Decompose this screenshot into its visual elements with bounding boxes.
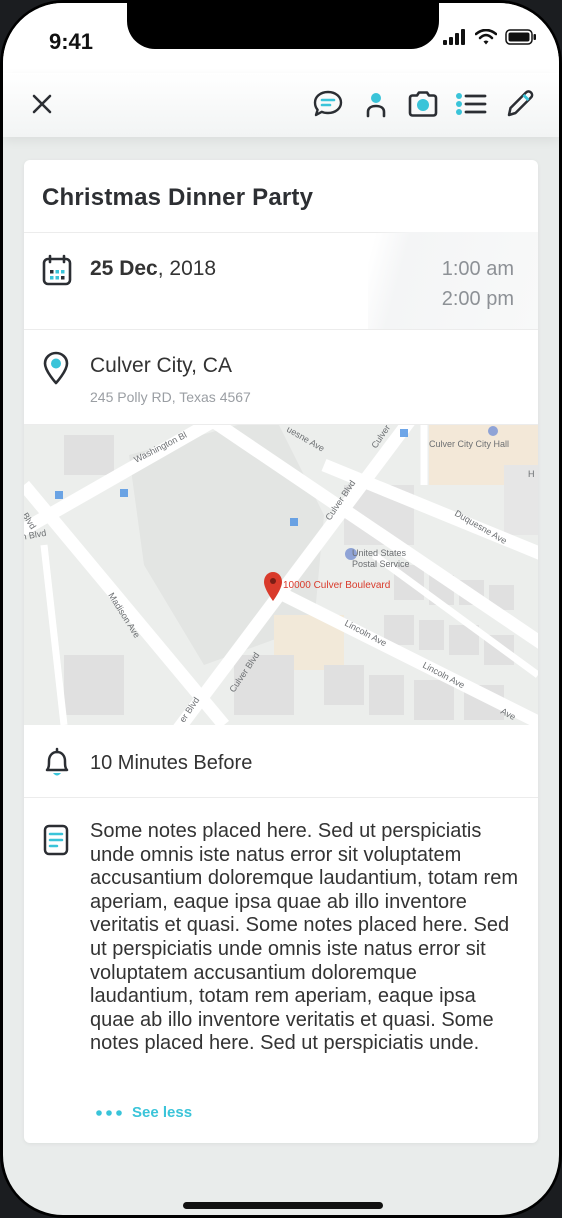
person-icon: [366, 93, 386, 118]
list-icon: [456, 93, 487, 115]
camera-button[interactable]: [406, 87, 440, 121]
location-row[interactable]: Culver City, CA 245 Polly RD, Texas 4567: [24, 329, 538, 425]
more-dots-icon: [96, 1109, 122, 1116]
date-day: 25 Dec: [90, 257, 158, 280]
battery-icon: [505, 29, 536, 45]
map-label-h: H: [528, 469, 535, 479]
map-view[interactable]: Washington Bl Culver Blvd Culver Blvd Cu…: [24, 425, 538, 725]
chat-icon: [313, 90, 343, 117]
close-icon: [32, 94, 52, 114]
screen: 9:41 Christmas Dinner Party 25 Dec, 2018…: [3, 3, 559, 1215]
location-pin-icon: [43, 351, 69, 385]
close-button[interactable]: [25, 87, 59, 121]
list-button[interactable]: [454, 87, 488, 121]
attendees-button[interactable]: [359, 87, 393, 121]
title-row: Christmas Dinner Party: [24, 160, 538, 233]
event-times: 1:00 am 2:00 pm: [442, 254, 514, 314]
notes-text: Some notes placed here. Sed ut perspicia…: [90, 820, 518, 1055]
comment-button[interactable]: [311, 87, 345, 121]
edit-button[interactable]: [503, 87, 537, 121]
phone-frame: 9:41 Christmas Dinner Party 25 Dec, 2018…: [0, 0, 562, 1218]
calendar-icon: [42, 254, 72, 286]
home-indicator[interactable]: [183, 1202, 383, 1209]
map-label-city-hall: Culver City City Hall: [429, 439, 509, 449]
location-name: Culver City, CA: [90, 354, 232, 377]
event-title: Christmas Dinner Party: [42, 184, 314, 211]
date-row[interactable]: 25 Dec, 2018 1:00 am 2:00 pm: [24, 232, 538, 330]
pencil-icon: [507, 90, 534, 117]
date-year: , 2018: [157, 257, 217, 280]
map-pin-label: 10000 Culver Boulevard: [283, 580, 390, 591]
notch: [127, 3, 439, 49]
toolbar: [3, 73, 559, 137]
wifi-icon: [475, 29, 497, 45]
bell-icon: [45, 747, 69, 776]
map-label-postal-1: United States: [352, 548, 407, 558]
event-card: Christmas Dinner Party 25 Dec, 2018 1:00…: [24, 160, 538, 1143]
start-time: 1:00 am: [441, 258, 514, 280]
see-less-label: See less: [132, 1104, 193, 1121]
location-address: 245 Polly RD, Texas 4567: [90, 389, 251, 405]
map-graphic: Washington Bl Culver Blvd Culver Blvd Cu…: [24, 425, 538, 725]
see-less-button[interactable]: See less: [96, 1104, 192, 1121]
notes-icon: [43, 824, 69, 856]
reminder-row[interactable]: 10 Minutes Before: [24, 725, 538, 798]
status-icons: [443, 29, 537, 45]
status-time: 9:41: [49, 29, 94, 54]
map-label-postal-2: Postal Service: [352, 559, 410, 569]
camera-icon: [408, 91, 438, 117]
reminder-text: 10 Minutes Before: [90, 752, 253, 774]
signal-icon: [443, 29, 465, 45]
event-date: 25 Dec, 2018: [90, 257, 216, 281]
end-time: 2:00 pm: [441, 288, 514, 310]
